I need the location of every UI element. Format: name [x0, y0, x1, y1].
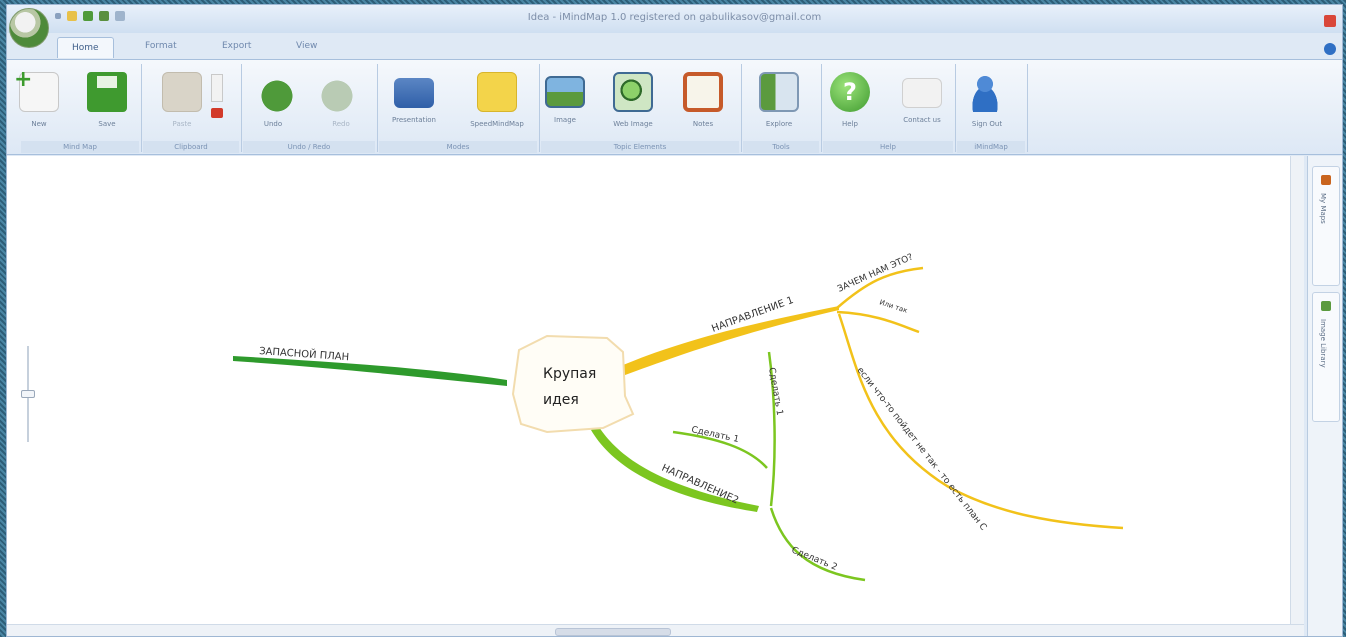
contact-us-button[interactable]: Contact us	[887, 68, 957, 124]
sign-out-button[interactable]: Sign Out	[957, 68, 1017, 128]
group-tools: Tools	[743, 141, 819, 153]
title-bar: Idea - iMindMap 1.0 registered on gabuli…	[7, 5, 1342, 33]
group-imindmap: iMindMap	[957, 141, 1025, 153]
paste-icon	[162, 72, 202, 112]
central-idea-line-1: Крупая	[543, 366, 596, 382]
branch-direction-1[interactable]	[611, 306, 839, 378]
group-divider	[821, 64, 822, 152]
tab-view[interactable]: View	[296, 41, 317, 51]
presentation-button[interactable]: Presentation	[384, 68, 444, 124]
side-tab-my-maps[interactable]: My Maps	[1312, 166, 1340, 286]
group-divider	[955, 64, 956, 152]
side-panel: My Maps Image Library	[1307, 156, 1342, 636]
web-image-icon	[613, 72, 653, 112]
undo-button[interactable]: Undo	[243, 68, 303, 128]
group-divider	[741, 64, 742, 152]
sub-label-why: ЗАЧЕМ НАМ ЭТО?	[836, 252, 915, 294]
window-title: Idea - iMindMap 1.0 registered on gabuli…	[527, 12, 822, 23]
side-tab-image-library[interactable]: Image Library	[1312, 292, 1340, 422]
group-divider	[377, 64, 378, 152]
sub-label-do-2: Сделать 2	[790, 546, 839, 573]
ribbon-tabs: Home Format Export View	[7, 35, 1342, 59]
sub-label-plan-c-start: если что-то пойдет не так - то есть план…	[855, 366, 989, 533]
sub-label-do-1: Сделать 1	[690, 425, 739, 445]
group-modes: Modes	[379, 141, 537, 153]
mail-icon	[902, 78, 942, 108]
new-map-icon: +	[14, 67, 59, 112]
sub-branch-do-2[interactable]	[769, 507, 866, 582]
new-map-button[interactable]: + New	[9, 67, 69, 128]
web-image-button[interactable]: Web Image	[603, 68, 663, 128]
redo-button[interactable]: Redo	[311, 68, 371, 128]
group-help: Help	[823, 141, 953, 153]
save-button[interactable]: Save	[77, 68, 137, 128]
save-icon	[87, 72, 127, 112]
my-maps-icon	[1321, 175, 1331, 185]
group-divider	[241, 64, 242, 152]
branch-backup-plan[interactable]	[233, 356, 507, 386]
speed-map-button[interactable]: SpeedMindMap	[457, 68, 537, 128]
sub-branch-plan-c[interactable]	[837, 313, 1124, 530]
group-topic-elements: Topic Elements	[541, 141, 739, 153]
explore-button[interactable]: Explore	[749, 68, 809, 128]
sub-label-do-1-vertical: Сделать 1	[766, 367, 784, 416]
app-window: Idea - iMindMap 1.0 registered on gabuli…	[6, 4, 1343, 637]
central-idea-shape[interactable]	[511, 334, 635, 434]
user-icon	[967, 72, 1007, 112]
image-library-icon	[1321, 301, 1331, 311]
presentation-icon	[394, 78, 434, 108]
sub-branch-or-so[interactable]	[836, 310, 920, 334]
group-divider	[539, 64, 540, 152]
close-window-button[interactable]	[1324, 15, 1336, 27]
group-undo-redo: Undo / Redo	[243, 141, 375, 153]
copy-icon[interactable]	[211, 74, 223, 102]
group-mind-map: Mind Map	[21, 141, 139, 153]
notes-button[interactable]: Notes	[673, 68, 733, 128]
map-canvas[interactable]: Крупая идея ЗАПАСНОЙ ПЛАН НАПРАВЛЕНИЕ 1 …	[7, 156, 1304, 624]
image-button[interactable]: Image	[535, 68, 595, 124]
tab-home[interactable]: Home	[57, 37, 114, 58]
group-clipboard: Clipboard	[143, 141, 239, 153]
help-orb-icon[interactable]	[1324, 43, 1336, 55]
mind-map: Крупая идея ЗАПАСНОЙ ПЛАН НАПРАВЛЕНИЕ 1 …	[233, 252, 1124, 582]
image-icon	[545, 76, 585, 108]
help-icon: ?	[830, 72, 870, 112]
horizontal-scrollbar[interactable]	[7, 624, 1304, 636]
copy-cut-buttons[interactable]	[207, 68, 227, 118]
sub-label-or-so: Или так	[878, 298, 908, 315]
notes-icon	[683, 72, 723, 112]
horizontal-scroll-thumb[interactable]	[555, 628, 671, 636]
vertical-scrollbar[interactable]	[1290, 156, 1304, 624]
paste-button[interactable]: Paste	[152, 68, 212, 128]
group-divider	[1027, 64, 1028, 152]
group-divider	[141, 64, 142, 152]
app-menu-button[interactable]	[9, 8, 49, 48]
speed-map-icon	[477, 72, 517, 112]
tab-export[interactable]: Export	[222, 41, 251, 51]
cut-icon[interactable]	[211, 108, 223, 118]
tab-format[interactable]: Format	[145, 41, 177, 51]
central-idea-line-2: идея	[543, 392, 579, 408]
undo-icon	[253, 72, 293, 112]
redo-icon	[321, 72, 361, 112]
ribbon: + New Save Paste Undo Redo Presentation …	[7, 59, 1342, 155]
help-button[interactable]: ? Help	[820, 68, 880, 128]
explore-icon	[759, 72, 799, 112]
